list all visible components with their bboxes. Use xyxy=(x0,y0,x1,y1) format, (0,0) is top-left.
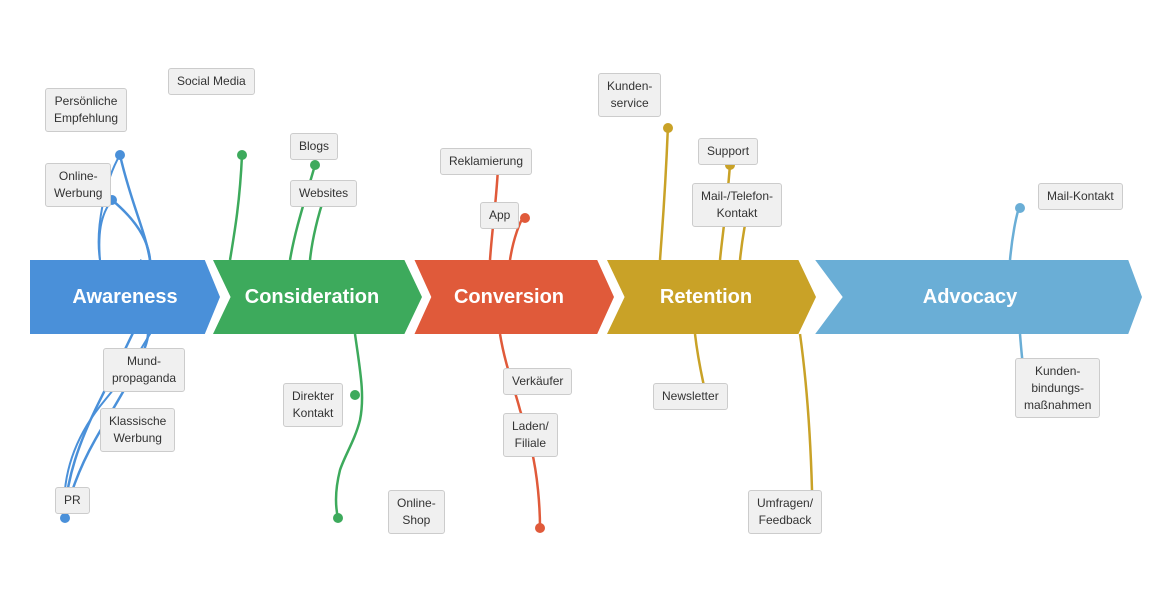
stage-conversion: Conversion xyxy=(404,260,614,334)
label-kundenservice: Kunden-service xyxy=(598,73,661,117)
label-online-shop: Online-Shop xyxy=(388,490,445,534)
stage-awareness: Awareness xyxy=(30,260,220,334)
label-websites: Websites xyxy=(290,180,357,207)
label-klassische-werbung: KlassischeWerbung xyxy=(100,408,175,452)
stage-awareness-label: Awareness xyxy=(72,286,177,309)
label-pr: PR xyxy=(55,487,90,514)
label-verkaeufer: Verkäufer xyxy=(503,368,572,395)
stage-conversion-label: Conversion xyxy=(454,286,564,309)
label-newsletter: Newsletter xyxy=(653,383,728,410)
label-mail-kontakt: Mail-Kontakt xyxy=(1038,183,1123,210)
label-mundpropaganda: Mund-propaganda xyxy=(103,348,185,392)
label-social-media: Social Media xyxy=(168,68,255,95)
label-blogs: Blogs xyxy=(290,133,338,160)
canvas: Awareness Consideration Conversion Reten… xyxy=(0,0,1172,616)
label-support: Support xyxy=(698,138,758,165)
label-laden-filiale: Laden/Filiale xyxy=(503,413,558,457)
label-umfragen: Umfragen/Feedback xyxy=(748,490,822,534)
label-reklamierung: Reklamierung xyxy=(440,148,532,175)
label-kundenbindung: Kunden-bindungs-maßnahmen xyxy=(1015,358,1100,418)
stages-bar: Awareness Consideration Conversion Reten… xyxy=(30,260,1142,334)
label-online-werbung: Online-Werbung xyxy=(45,163,111,207)
label-app: App xyxy=(480,202,519,229)
stage-advocacy: Advocacy xyxy=(798,260,1142,334)
stage-consideration-label: Consideration xyxy=(245,286,379,309)
label-persoenliche-empfehlung: PersönlicheEmpfehlung xyxy=(45,88,127,132)
stage-advocacy-label: Advocacy xyxy=(923,286,1018,309)
stage-consideration: Consideration xyxy=(202,260,422,334)
stage-retention: Retention xyxy=(596,260,816,334)
label-direkter-kontakt: DirekterKontakt xyxy=(283,383,343,427)
label-mail-telefon: Mail-/Telefon-Kontakt xyxy=(692,183,782,227)
stage-retention-label: Retention xyxy=(660,286,752,309)
